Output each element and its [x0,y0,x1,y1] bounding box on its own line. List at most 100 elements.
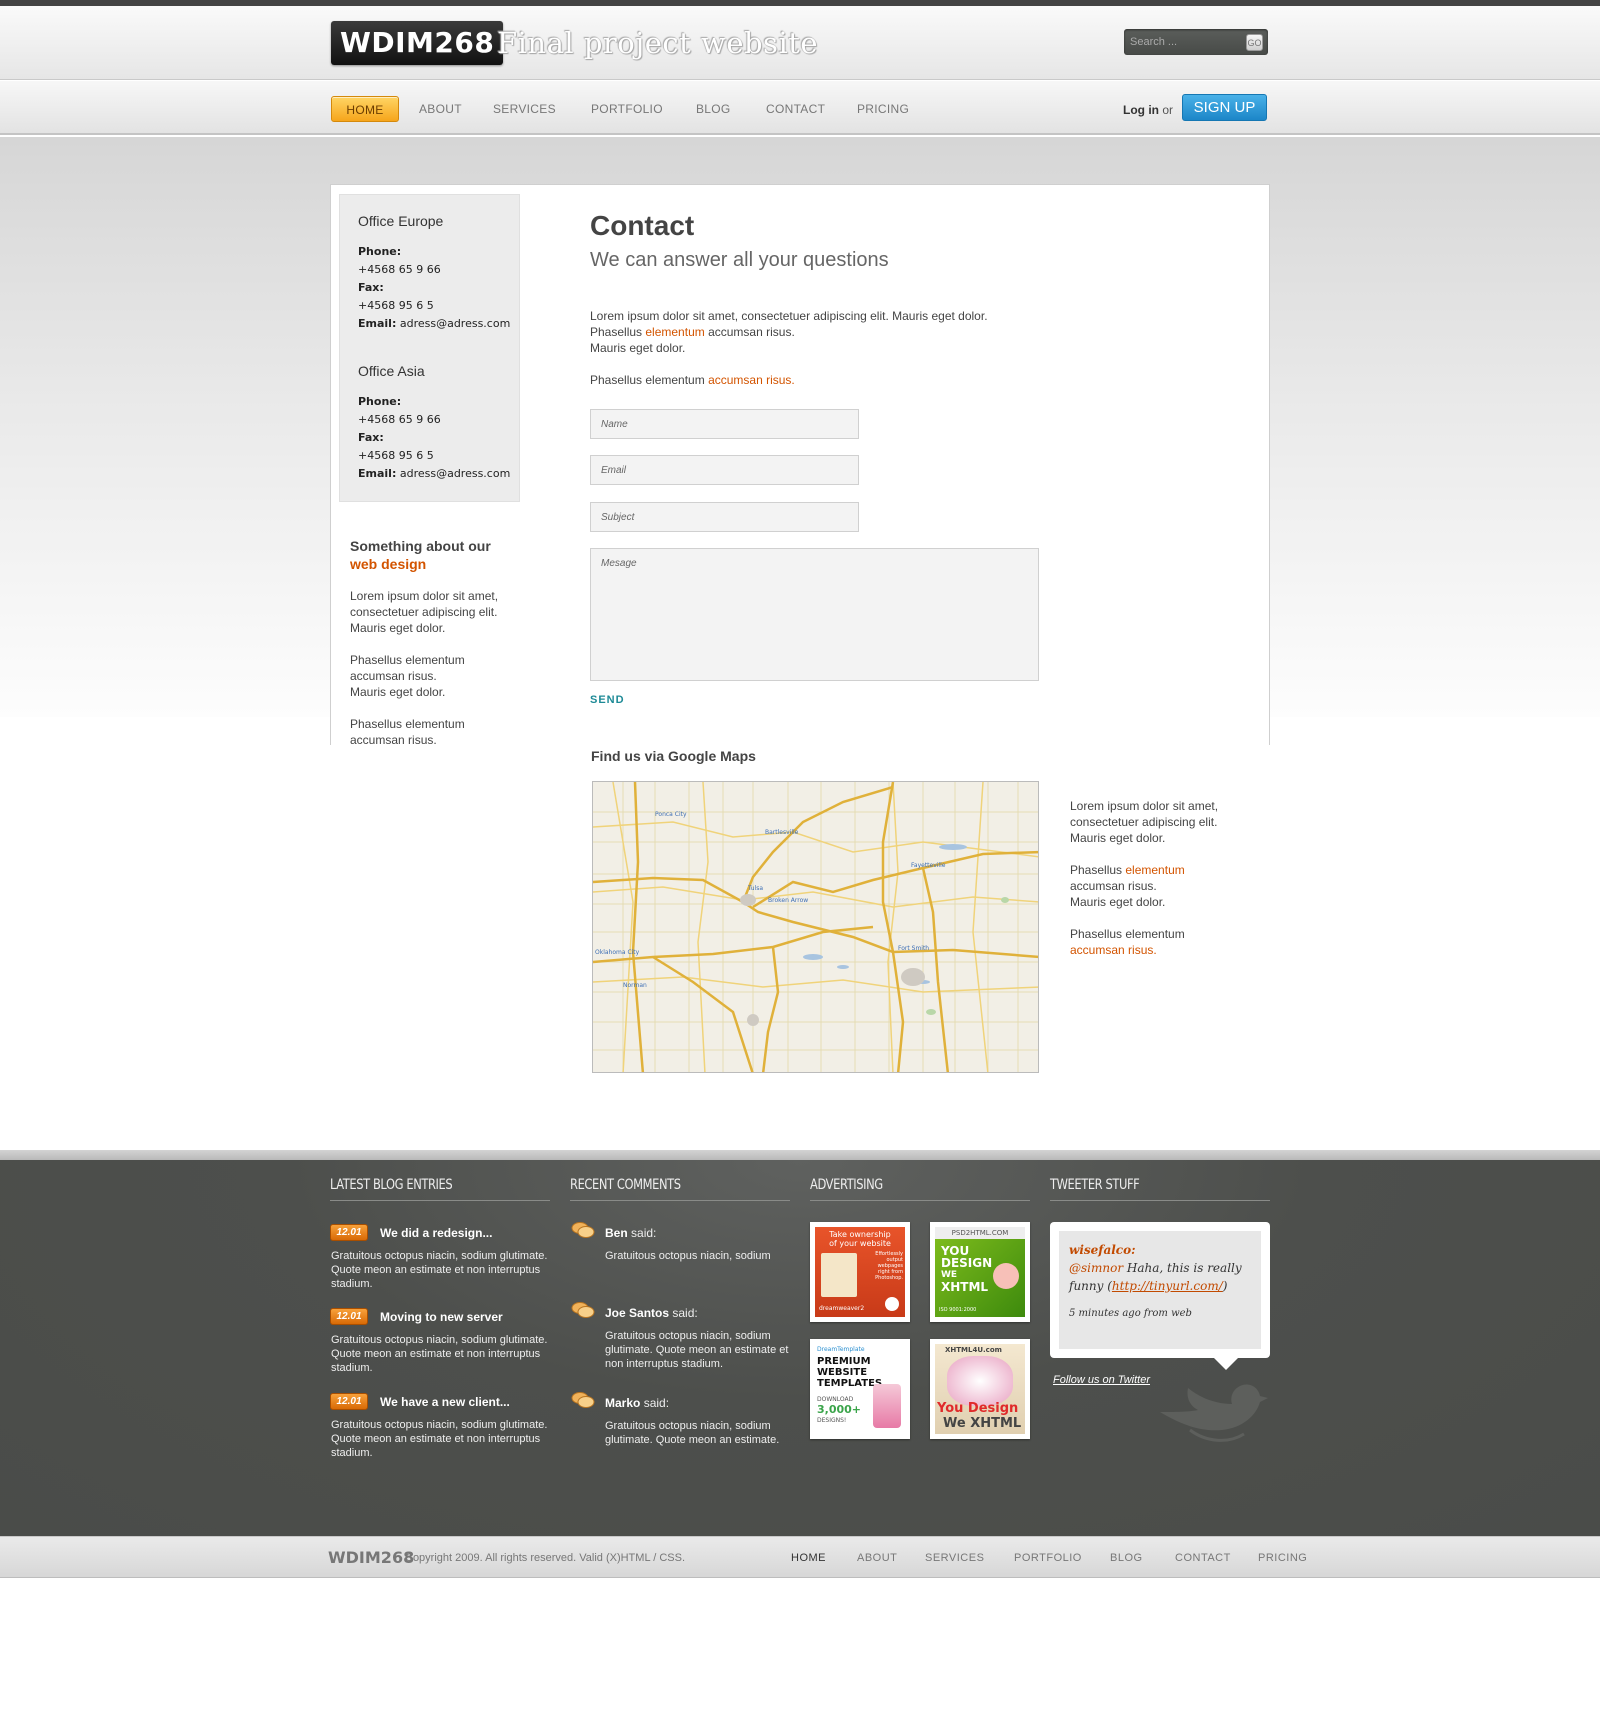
ad-content: Take ownership of your website Effortles… [815,1227,905,1317]
text-line: Gratuitous octopus niacin, sodium glutim… [331,1334,548,1346]
footer-nav-home[interactable]: HOME [791,1552,826,1564]
comment-author-name[interactable]: Marko [605,1396,640,1410]
text-line: Lorem ipsum dolor sit amet, [350,589,499,603]
nav-item-services[interactable]: SERVICES [493,96,556,122]
ad-text: WEBSITE [817,1367,868,1378]
text-line: Phasellus elementum [350,653,465,667]
text-line: Mauris eget dolor. [590,341,686,355]
phone-label: Phone: [358,395,402,408]
map-label-norman: Norman [623,982,647,989]
sidebar-heading-line: Something about our [350,538,491,554]
email-label: Email: [358,317,397,330]
comment-author: Marko said: [605,1396,669,1410]
ad-banner-dreamtemplate[interactable]: DreamTemplate PREMIUM WEBSITE TEMPLATES … [810,1339,910,1439]
ad-content: PSD2HTML.COM YOU DESIGN WE XHTML ISO 900… [935,1227,1025,1317]
search-input[interactable] [1130,33,1234,51]
flower-icon [993,1263,1019,1289]
sidebar-heading: Something about our web design [350,537,491,573]
map-label-oklahoma-city: Oklahoma City [595,949,640,956]
nav-item-blog[interactable]: BLOG [696,96,731,122]
tweets-section-title: TWEETER STUFF [1050,1177,1140,1193]
send-button[interactable]: SEND [590,694,625,706]
ad-banner-psd2html[interactable]: PSD2HTML.COM YOU DESIGN WE XHTML ISO 900… [930,1222,1030,1322]
map-image: Ponca City Bartlesville Tulsa Broken Arr… [593,782,1038,1072]
tweet-user[interactable]: wisefalco: [1069,1241,1251,1259]
elementum-link[interactable]: elementum [1125,863,1184,877]
text-line: stadium. [331,1278,373,1290]
footer-nav-blog[interactable]: BLOG [1110,1552,1143,1564]
login-link[interactable]: Log in [1123,103,1159,117]
footer-logo[interactable]: WDIM268 [328,1548,414,1567]
subject-field[interactable] [590,502,859,532]
ad-body: Effortlessly output webpages right from … [863,1251,903,1281]
ad-text: DOWNLOAD [817,1396,854,1403]
email-field[interactable] [590,455,859,485]
comment-said: said: [631,1226,657,1240]
text-line: Gratuitous octopus niacin, sodium glutim… [331,1419,548,1431]
nav-item-home[interactable]: HOME [331,96,399,122]
ad-graphic [821,1253,857,1297]
tweet-text-span: ) [1222,1279,1228,1293]
elementum-link[interactable]: elementum [645,325,704,339]
search-go-button[interactable]: GO [1246,34,1263,51]
fax-value: +4568 95 6 5 [358,299,434,312]
date-badge: 12.01 [330,1224,368,1241]
tweet-text-span: Haha, this is really [1123,1261,1242,1275]
tweet-text: funny (http://tinyurl.com/) [1069,1277,1251,1295]
ad-text: DESIGNS! [817,1417,847,1424]
text-line: Lorem ipsum dolor sit amet, [1070,799,1219,813]
text-line: Quote meon an estimate et non interruptu… [331,1348,541,1360]
footer-nav-pricing[interactable]: PRICING [1258,1552,1307,1564]
nav-item-pricing[interactable]: PRICING [857,96,909,122]
page-title: Contact [590,210,695,241]
ad-subheadline: We XHTML [943,1416,1022,1431]
copyright-text: Copyright 2009. All rights reserved. Val… [405,1552,685,1564]
accumsan-link[interactable]: accumsan risus. [708,373,795,387]
office-asia-details: Phone: +4568 65 9 66 Fax: +4568 95 6 5 E… [358,393,510,483]
comment-author: Ben said: [605,1226,656,1240]
twitter-bird-icon [1160,1384,1268,1442]
signup-button[interactable]: SIGN UP [1182,94,1267,121]
tweet-mention-link[interactable]: @simnor [1069,1261,1123,1275]
footer-nav-portfolio[interactable]: PORTFOLIO [1014,1552,1082,1564]
ad-text: Take ownership [829,1230,891,1239]
tweet-link[interactable]: http://tinyurl.com/ [1112,1279,1223,1293]
nav-item-about[interactable]: ABOUT [419,96,462,122]
nav-item-portfolio[interactable]: PORTFOLIO [591,96,663,122]
comment-text: Gratuitous octopus niacin, sodium glutim… [605,1329,825,1371]
follow-twitter-link[interactable]: Follow us on Twitter [1053,1374,1150,1386]
sidebar-paragraph: Phasellus elementum accumsan risus. Maur… [350,652,510,700]
map-side-text: Lorem ipsum dolor sit amet, consectetuer… [1070,798,1240,958]
comment-author-name[interactable]: Ben [605,1226,628,1240]
text-line: Phasellus elementum [1070,927,1185,941]
blog-entry-title[interactable]: Moving to new server [380,1310,503,1324]
search-box: GO [1124,29,1268,55]
ad-text: of your website [829,1239,891,1248]
blog-entry-text: Gratuitous octopus niacin, sodium glutim… [331,1418,551,1460]
footer-separator [0,1150,1600,1160]
map-label-tulsa: Tulsa [747,885,763,892]
accumsan-link[interactable]: accumsan risus. [1070,943,1157,957]
name-field[interactable] [590,409,859,439]
ad-brand: XHTML4U.com [945,1346,1002,1354]
blog-entry-title[interactable]: We have a new client... [380,1395,510,1409]
blog-entry-title[interactable]: We did a redesign... [380,1226,492,1240]
site-logo[interactable]: WDIM268 [331,21,504,65]
google-map[interactable]: Ponca City Bartlesville Tulsa Broken Arr… [592,781,1039,1073]
tweet-text-span: funny ( [1069,1279,1112,1293]
message-field[interactable] [590,548,1039,681]
footer-nav-services[interactable]: SERVICES [925,1552,984,1564]
maps-heading: Find us via Google Maps [591,748,756,764]
footer-nav-about[interactable]: ABOUT [857,1552,897,1564]
ad-banner-xhtml4u[interactable]: XHTML4U.com You Design We XHTML [930,1339,1030,1439]
comment-author: Joe Santos said: [605,1306,698,1320]
footer-nav-contact[interactable]: CONTACT [1175,1552,1231,1564]
email-value: adress@adress.com [399,317,511,330]
comment-bubble-icon [571,1392,595,1408]
comment-said: said: [672,1306,698,1320]
nav-item-contact[interactable]: CONTACT [766,96,825,122]
ad-banner-dreamweaver[interactable]: Take ownership of your website Effortles… [810,1222,910,1322]
divider [1050,1200,1270,1201]
comment-author-name[interactable]: Joe Santos [605,1306,669,1320]
ad-content: XHTML4U.com You Design We XHTML [935,1344,1025,1434]
